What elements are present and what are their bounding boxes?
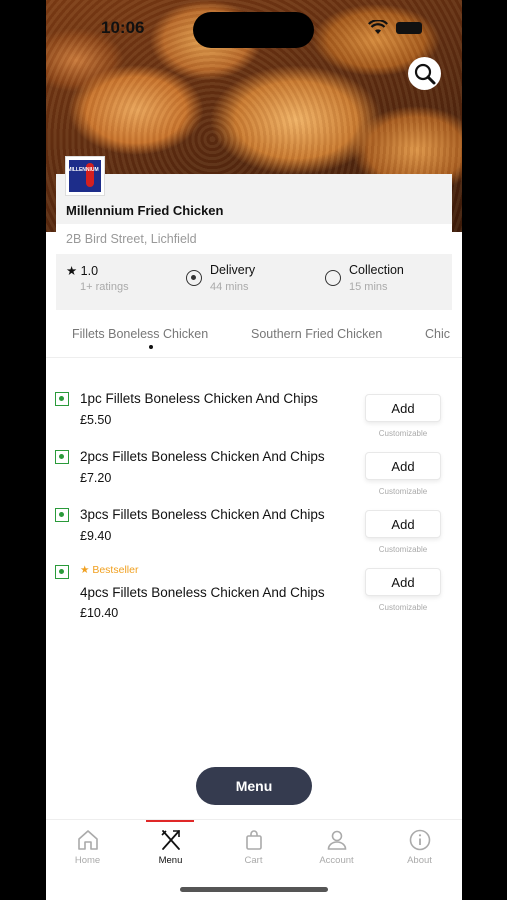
item-name: 4pcs Fillets Boneless Chicken And Chips [80, 585, 325, 600]
item-name: 3pcs Fillets Boneless Chicken And Chips [80, 507, 325, 522]
active-tab-indicator [149, 345, 153, 349]
item-name: 1pc Fillets Boneless Chicken And Chips [80, 391, 318, 406]
nav-cart-label: Cart [244, 855, 263, 866]
bestseller-label: Bestseller [92, 564, 139, 576]
menu-item: 3pcs Fillets Boneless Chicken And Chips … [46, 506, 462, 562]
ratings-count: 1+ ratings [80, 281, 129, 293]
item-price: £7.20 [80, 471, 112, 485]
restaurant-info-card: MILLENNIUM Millennium Fried Chicken 2B B… [56, 156, 452, 310]
status-time: 10:06 [101, 18, 145, 37]
nav-menu[interactable]: Menu [129, 820, 212, 880]
home-indicator[interactable] [180, 887, 328, 892]
add-button[interactable]: Add [365, 568, 441, 596]
user-icon [327, 830, 347, 850]
app-screen: 10:06 MILLENNIUM Millennium Fried Chicke… [46, 0, 462, 900]
tab-fillets-boneless-chicken[interactable]: Fillets Boneless Chicken [72, 327, 208, 341]
fork-knife-icon [161, 830, 180, 850]
collection-radio[interactable] [325, 270, 341, 286]
bag-icon [246, 830, 262, 850]
item-name: 2pcs Fillets Boneless Chicken And Chips [80, 449, 325, 464]
search-icon [414, 63, 435, 84]
veg-indicator-icon [55, 565, 69, 579]
delivery-label: Delivery [210, 263, 256, 277]
menu-item: 2pcs Fillets Boneless Chicken And Chips … [46, 448, 462, 504]
nav-account[interactable]: Account [295, 820, 378, 880]
nav-home-label: Home [74, 855, 101, 866]
dynamic-island [193, 12, 314, 48]
delivery-radio[interactable] [186, 270, 202, 286]
restaurant-logo: MILLENNIUM [65, 156, 105, 196]
restaurant-name: Millennium Fried Chicken [66, 203, 224, 218]
tab-chicken[interactable]: Chic [425, 327, 450, 341]
item-price: £9.40 [80, 529, 112, 543]
bestseller-badge: ★ Bestseller [80, 564, 138, 576]
veg-indicator-icon [55, 450, 69, 464]
info-icon [409, 829, 431, 851]
restaurant-address: 2B Bird Street, Lichfield [66, 232, 197, 246]
star-icon: ★ [80, 564, 93, 576]
menu-item: ★ Bestseller 4pcs Fillets Boneless Chick… [46, 563, 462, 629]
search-button[interactable] [408, 57, 441, 90]
wifi-icon [368, 20, 388, 34]
menu-button[interactable]: Menu [196, 767, 312, 805]
home-icon [78, 830, 98, 850]
veg-indicator-icon [55, 392, 69, 406]
address-row: 2B Bird Street, Lichfield [56, 224, 452, 254]
rating-value: ★ 1.0 [66, 264, 99, 278]
status-bar: 10:06 [46, 0, 462, 54]
collection-time: 15 mins [349, 281, 388, 293]
nav-about-label: About [407, 855, 432, 866]
veg-indicator-icon [55, 508, 69, 522]
nav-account-label: Account [319, 855, 354, 866]
customizable-label: Customizable [378, 429, 428, 438]
nav-cart[interactable]: Cart [212, 820, 295, 880]
customizable-label: Customizable [378, 487, 428, 496]
nav-menu-label: Menu [158, 855, 183, 866]
category-tabs: Fillets Boneless Chicken Southern Fried … [46, 322, 462, 358]
item-price: £5.50 [80, 413, 112, 427]
delivery-time: 44 mins [210, 281, 249, 293]
battery-icon [396, 22, 422, 34]
customizable-label: Customizable [378, 603, 428, 612]
tab-southern-fried-chicken[interactable]: Southern Fried Chicken [251, 327, 382, 341]
menu-item: 1pc Fillets Boneless Chicken And Chips £… [46, 390, 462, 446]
add-button[interactable]: Add [365, 394, 441, 422]
customizable-label: Customizable [378, 545, 428, 554]
collection-label: Collection [349, 263, 404, 277]
add-button[interactable]: Add [365, 510, 441, 538]
nav-about[interactable]: About [378, 820, 461, 880]
add-button[interactable]: Add [365, 452, 441, 480]
nav-home[interactable]: Home [46, 820, 129, 880]
item-price: £10.40 [80, 606, 119, 620]
